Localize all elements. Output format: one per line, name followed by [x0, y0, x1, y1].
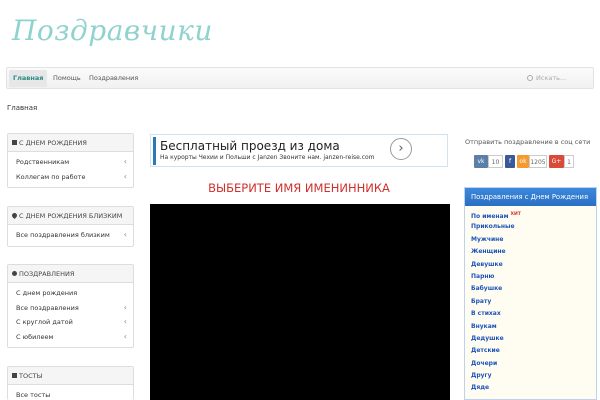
birthday-link[interactable]: Дяде: [465, 382, 596, 394]
vk-share-button[interactable]: vk: [474, 155, 488, 168]
sidebar-item-all-close[interactable]: Все поздравления близким ‹: [8, 228, 133, 243]
sidebar-item-jubilee[interactable]: С юбилеем ‹: [8, 330, 133, 345]
vk-share-count: 10: [488, 155, 503, 168]
search-icon: [527, 75, 533, 81]
nav-greetings[interactable]: Поздравления: [85, 70, 142, 87]
sidebar-panel-toasts: Тосты Все тосты: [7, 366, 134, 400]
birthday-link[interactable]: Бабушке: [465, 283, 596, 295]
birthday-link[interactable]: Брату: [465, 296, 596, 308]
birthday-link[interactable]: Парню: [465, 271, 596, 283]
birthday-link[interactable]: По именам ХИТ: [465, 209, 596, 221]
gift-icon: [12, 140, 17, 145]
panel-header: Поздравления: [8, 265, 133, 283]
ad-text: На курорты Чехии и Польши с Janzen Звони…: [160, 154, 375, 161]
panel-header: Тосты: [8, 367, 133, 385]
sidebar-item-relatives[interactable]: Родственникам ‹: [8, 155, 133, 170]
glass-icon: [12, 373, 17, 378]
sidebar-panel-greetings: Поздравления С днем рождения Все поздрав…: [7, 264, 134, 348]
chevron-left-icon: ‹: [123, 331, 127, 341]
page-headline: ВЫБЕРИТЕ ИМЯ ИМЕНИННИКА: [208, 181, 390, 195]
ad-arrow-button[interactable]: ›: [390, 138, 412, 160]
panel-header: С днем рождения: [8, 134, 133, 152]
chevron-left-icon: ‹: [123, 317, 127, 326]
nav-help[interactable]: Помощь: [49, 70, 85, 87]
chevron-left-icon: ‹: [123, 230, 127, 239]
sidebar-panel-close-ones: С днем рождения близким Все поздравления…: [7, 206, 134, 247]
birthday-links-list: По именам ХИТ Прикольные Мужчине Женщине Деву…: [465, 206, 596, 395]
sidebar-item-all-greetings[interactable]: Все поздравления ‹: [8, 301, 133, 316]
nav-home[interactable]: Главная: [9, 70, 48, 87]
birthday-link[interactable]: В стихах: [465, 308, 596, 320]
search-placeholder: Искать...: [536, 74, 567, 82]
birthday-link[interactable]: Мужчине: [465, 234, 596, 246]
ad-accent-bar: [153, 137, 156, 165]
birthday-link[interactable]: Детские: [465, 345, 596, 357]
ok-share-count: 1205: [529, 155, 547, 168]
video-player[interactable]: [150, 204, 450, 400]
chevron-left-icon: ‹: [123, 302, 127, 312]
info-icon: [12, 271, 17, 276]
google-share-count: 1: [564, 155, 574, 168]
share-title: Отправить поздравление в соц сети: [465, 138, 591, 146]
birthday-link[interactable]: Девушке: [465, 259, 596, 271]
box-header: Поздравления с Днем Рождения: [465, 188, 596, 206]
breadcrumb[interactable]: Главная: [7, 104, 37, 112]
birthday-link[interactable]: Женщине: [465, 246, 596, 258]
birthday-link[interactable]: Дедушке: [465, 333, 596, 345]
heart-icon: [10, 211, 19, 220]
sidebar-item-round-date[interactable]: С круглой датой ‹: [8, 315, 133, 330]
search-input[interactable]: Искать...: [527, 72, 589, 85]
ok-share-button[interactable]: ok: [517, 155, 529, 168]
ad-title[interactable]: Бесплатный проезд из дома: [160, 139, 340, 153]
google-share-button[interactable]: G+: [549, 155, 564, 168]
chevron-left-icon: ‹: [123, 157, 127, 166]
birthday-link[interactable]: Дочери: [465, 358, 596, 370]
facebook-share-button[interactable]: f: [505, 155, 515, 168]
sidebar-item-all-toasts[interactable]: Все тосты: [8, 388, 133, 400]
hit-badge: ХИТ: [510, 212, 521, 217]
sidebar-panel-birthday: С днем рождения Родственникам ‹ Коллегам …: [7, 133, 134, 188]
chevron-left-icon: ‹: [123, 171, 127, 181]
birthday-link[interactable]: Прикольные: [465, 221, 596, 233]
panel-header: С днем рождения близким: [8, 207, 133, 225]
birthday-categories-box: Поздравления с Днем Рождения По именам ХИ…: [464, 187, 597, 400]
main-navbar: Главная Помощь Поздравления Искать...: [6, 67, 594, 89]
birthday-link[interactable]: Другу: [465, 370, 596, 382]
sidebar-item-colleagues[interactable]: Коллегам по работе ‹: [8, 170, 133, 185]
birthday-link[interactable]: Внукам: [465, 321, 596, 333]
sidebar-item-birthday[interactable]: С днем рождения: [8, 286, 133, 301]
site-logo[interactable]: Поздравчики: [12, 14, 213, 47]
